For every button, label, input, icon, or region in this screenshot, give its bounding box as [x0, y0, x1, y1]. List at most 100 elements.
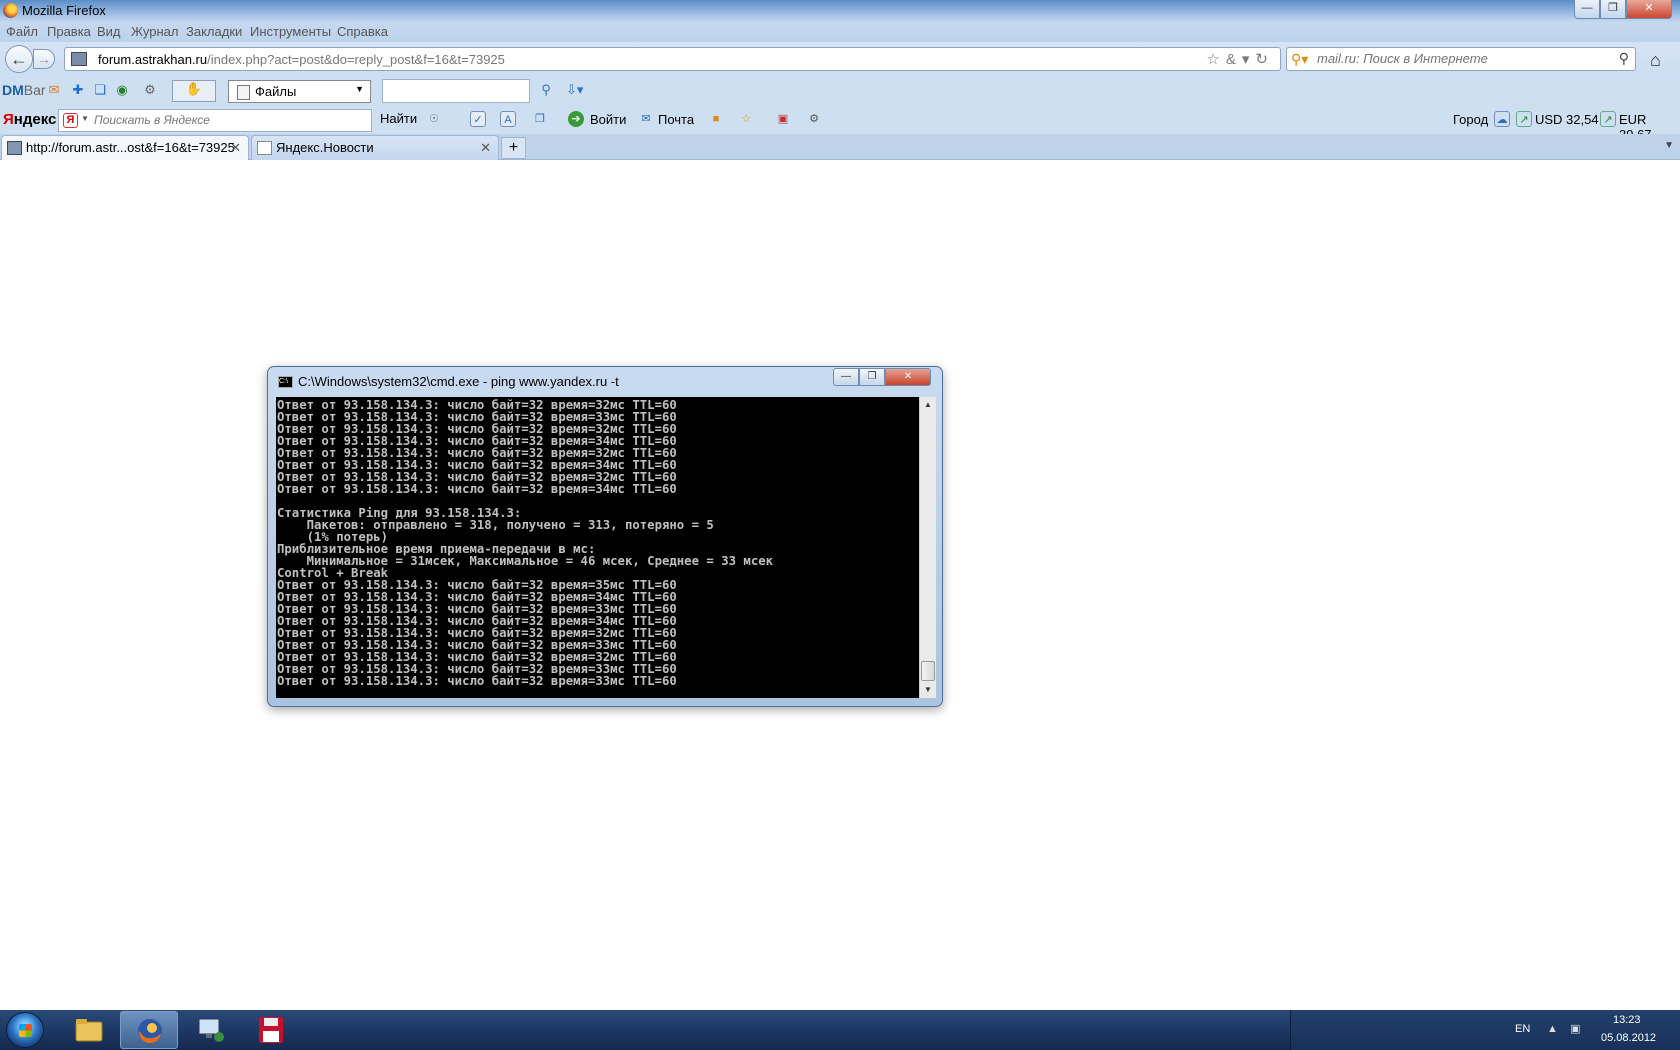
scroll-thumb[interactable] [921, 661, 935, 681]
language-indicator[interactable]: EN [1515, 1023, 1530, 1035]
page-icon [257, 141, 272, 155]
menu-file[interactable]: Файл [6, 24, 38, 39]
search-engine-icon[interactable]: ⚲▾ [1291, 51, 1308, 68]
maximize-button[interactable]: ❐ [1600, 0, 1626, 19]
tab-list-icon[interactable]: ▼ [1664, 140, 1674, 151]
close-tab-icon[interactable]: ✕ [480, 140, 491, 156]
menu-bar: Файл Правка Вид Журнал Закладки Инструме… [0, 22, 1680, 42]
taskbar-network[interactable] [182, 1011, 240, 1049]
firefox-icon [138, 1019, 162, 1044]
login-button[interactable]: Войти [590, 112, 626, 127]
taskbar-firefox[interactable] [120, 1011, 178, 1049]
menu-help[interactable]: Справка [337, 24, 388, 39]
scroll-down-icon[interactable]: ▼ [920, 682, 936, 698]
minimize-button[interactable]: — [1574, 0, 1600, 19]
taskbar-explorer[interactable] [60, 1011, 118, 1049]
tab-yandex-news[interactable]: Яндекс.Новости ✕ [251, 135, 499, 160]
translate-icon[interactable]: ☉ [426, 111, 442, 127]
plus-icon[interactable]: ✚ [70, 82, 86, 98]
tab-bar: http://forum.astr...ost&f=16&t=73925 ✕ Я… [0, 134, 1680, 160]
cube-icon[interactable]: ▣ [775, 111, 791, 127]
pages-icon[interactable]: ❐ [532, 111, 548, 127]
windows-icon[interactable]: ❏ [92, 82, 108, 98]
back-button[interactable]: ← [5, 45, 33, 73]
cmd-close-button[interactable]: ✕ [885, 368, 931, 386]
favorites-star-icon[interactable]: ☆ [738, 111, 754, 127]
download-icon[interactable]: ⇩▾ [566, 82, 583, 98]
scroll-up-icon[interactable]: ▲ [920, 397, 936, 413]
mail-icon[interactable]: ✉ [638, 111, 654, 127]
folder-icon [75, 1019, 103, 1042]
close-tab-icon[interactable]: ✕ [230, 140, 241, 156]
firefox-icon [3, 3, 18, 18]
settings-gear-icon[interactable]: ⚙ [806, 111, 822, 127]
cmd-maximize-button[interactable]: ❐ [859, 368, 885, 386]
menu-tools[interactable]: Инструменты [250, 24, 331, 39]
network-icon [198, 1018, 224, 1042]
mail-button[interactable]: Почта [658, 112, 694, 127]
translate-selection-icon[interactable]: A [500, 111, 516, 127]
cmd-minimize-button[interactable]: — [833, 368, 859, 386]
navigation-bar: ← → forum.astrakhan.ru/index.php?act=pos… [0, 42, 1680, 76]
cmd-scrollbar[interactable]: ▲ ▼ [919, 397, 936, 698]
hand-icon[interactable]: ✋ [172, 80, 216, 102]
new-tab-button[interactable]: + [501, 137, 526, 159]
files-dropdown[interactable]: Файлы ▼ [228, 80, 371, 103]
spellcheck-icon[interactable]: ✓ [470, 111, 486, 127]
tab-forum[interactable]: http://forum.astr...ost&f=16&t=73925 ✕ [1, 135, 249, 160]
console-text: Ответ от 93.158.134.3: число байт=32 вре… [277, 398, 774, 688]
browser-titlebar: Mozilla Firefox — ❐ ✕ [0, 0, 1680, 22]
search-input[interactable] [1317, 51, 1597, 66]
dmbar-logo[interactable]: DMBar [2, 82, 46, 98]
console-output[interactable]: Ответ от 93.158.134.3: число байт=32 вре… [276, 397, 919, 698]
menu-bookmarks[interactable]: Закладки [186, 24, 242, 39]
yandex-toolbar: Яндекс ▼ Я ▼ Найти ☉ ✓ A ❐ ➔ Войти ✉ Поч… [0, 106, 1680, 142]
city-label[interactable]: Город [1453, 112, 1488, 127]
cmd-icon: C:\ [278, 376, 293, 388]
url-bar[interactable]: forum.astrakhan.ru/index.php?act=post&do… [64, 47, 1281, 71]
forward-button[interactable]: → [33, 49, 55, 69]
yandex-find-button[interactable]: Найти [380, 111, 417, 126]
yandex-badge-icon: Я [63, 113, 78, 128]
weather-icon[interactable]: ☁ [1494, 111, 1510, 127]
login-icon[interactable]: ➔ [568, 111, 584, 127]
close-button[interactable]: ✕ [1626, 0, 1672, 19]
menu-edit[interactable]: Правка [47, 24, 91, 39]
usd-rate[interactable]: USD 32,54 [1535, 112, 1599, 127]
notification-area: EN ▲ ▣ 13:23 05.08.2012 [1290, 1010, 1680, 1050]
floppy-icon [259, 1017, 283, 1043]
home-icon[interactable]: ⌂ [1650, 50, 1661, 71]
chevron-down-icon[interactable]: ▼ [81, 114, 89, 123]
dmbar-input[interactable] [382, 79, 530, 103]
tray-icons[interactable]: ▲ ▣ [1547, 1022, 1581, 1035]
search-go-icon[interactable]: ⚲ [538, 82, 554, 98]
menu-history[interactable]: Журнал [131, 24, 178, 39]
start-button[interactable] [6, 1012, 44, 1048]
cmd-title: C:\Windows\system32\cmd.exe - ping www.y… [298, 374, 619, 389]
site-favicon-icon [7, 141, 22, 155]
url-bar-icons[interactable]: ☆&▾↻ [1206, 50, 1274, 68]
reload-icon: ↻ [1255, 51, 1274, 68]
taskbar-floppy[interactable] [242, 1011, 300, 1049]
window-title: Mozilla Firefox [22, 3, 106, 18]
yandex-search-input[interactable] [94, 113, 364, 127]
globe-icon[interactable]: ◉ [114, 82, 130, 98]
addon-icon: & [1225, 51, 1242, 68]
url-text[interactable]: forum.astrakhan.ru/index.php?act=post&do… [98, 52, 505, 67]
menu-view[interactable]: Вид [97, 24, 121, 39]
search-icon[interactable]: ⚲ [1619, 50, 1629, 67]
eur-chart-icon[interactable]: ↗ [1600, 111, 1616, 127]
tools-icon[interactable]: ⚙ [142, 82, 158, 98]
clock-time[interactable]: 13:23 [1613, 1014, 1641, 1026]
dropdown-arrow-icon: ▾ [1241, 51, 1256, 68]
dmbar-toolbar: DMBar ✉ ✚ ❏ ◉ ⚙ ✋ Файлы ▼ ⚲ ⇩▾ [0, 76, 1680, 106]
search-bar[interactable]: ⚲▾ ⚲ [1286, 47, 1636, 71]
clock-date[interactable]: 05.08.2012 [1601, 1032, 1656, 1044]
taskbar: EN ▲ ▣ 13:23 05.08.2012 [0, 1010, 1680, 1050]
bookmark-star-icon: ☆ [1206, 51, 1226, 68]
addons-icon[interactable]: ■ [708, 111, 724, 127]
cmd-window[interactable]: C:\ C:\Windows\system32\cmd.exe - ping w… [267, 366, 943, 707]
yandex-search-field[interactable]: Я ▼ [58, 109, 372, 132]
mail-icon[interactable]: ✉ [46, 82, 62, 98]
usd-chart-icon[interactable]: ↗ [1516, 111, 1532, 127]
